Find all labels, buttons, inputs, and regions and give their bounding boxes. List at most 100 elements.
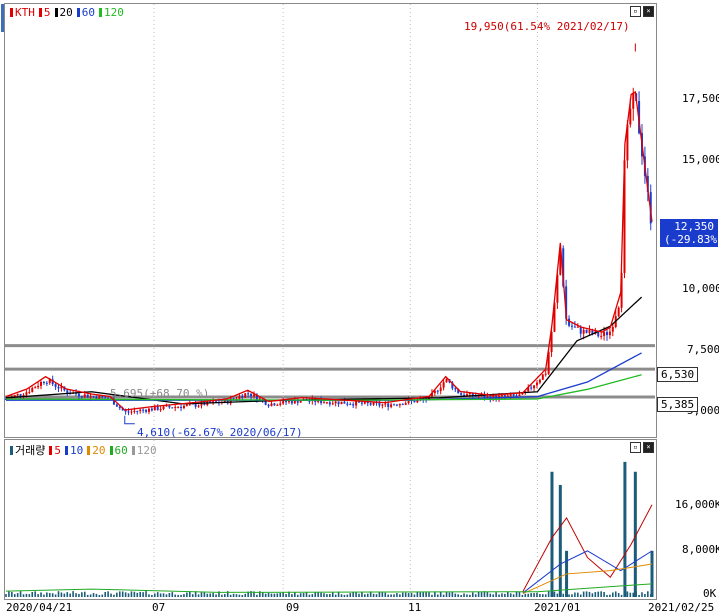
volume-bar [13, 594, 16, 597]
volume-bar [469, 594, 471, 597]
volume-bar [629, 592, 632, 597]
candle-body [267, 404, 270, 407]
volume-bar [28, 594, 31, 597]
volume-bar [439, 591, 442, 597]
volume-bar [200, 592, 203, 597]
volume-bar [463, 593, 465, 597]
current-change: (-29.83%) [664, 233, 719, 246]
candle-body [194, 403, 197, 407]
candle-body [77, 393, 80, 397]
volume-bar [448, 592, 451, 597]
volume-bar [577, 592, 579, 597]
candle-body [174, 406, 177, 408]
volume-bar [585, 591, 588, 597]
volume-bar [466, 594, 468, 597]
volume-tick-8000k: 8,000K [682, 543, 719, 556]
price-tick-7500: 7,500 [687, 343, 719, 356]
candle-body [582, 329, 585, 334]
candle-body [506, 395, 509, 397]
candle-body [16, 394, 19, 396]
volume-bar [302, 593, 305, 597]
level-tag-lower: 5,385 [657, 397, 699, 412]
candle-body [535, 382, 538, 386]
candle-body [544, 373, 547, 375]
candle-body [500, 395, 503, 397]
candle-body [92, 396, 95, 398]
volume-bar [113, 594, 115, 597]
volume-bar [224, 594, 226, 597]
volume-bar [331, 592, 334, 597]
volume-bar [83, 591, 86, 597]
volume-bar [162, 593, 165, 597]
candle-body [244, 393, 247, 398]
volume-bar [521, 594, 524, 597]
volume-ma60-line [5, 583, 653, 593]
candle-body [185, 404, 188, 406]
volume-bar [86, 594, 89, 597]
volume-bar [78, 593, 80, 597]
volume-bar [311, 594, 314, 597]
volume-bar [416, 591, 419, 597]
volume-bar [632, 592, 635, 597]
volume-bar [241, 595, 244, 597]
candle-body [328, 402, 331, 405]
candle-body [436, 390, 439, 392]
volume-bar [396, 593, 398, 597]
x-tick-11: 11 [408, 601, 422, 614]
volume-bar [527, 593, 530, 597]
volume-bar [378, 591, 381, 597]
volume-bar [203, 592, 206, 597]
volume-spike-bar [623, 461, 627, 597]
candle-body [442, 382, 445, 388]
volume-bar [244, 593, 247, 597]
volume-bar [366, 593, 369, 597]
volume-bar [626, 591, 629, 597]
volume-bar [16, 593, 19, 597]
volume-bar [381, 592, 384, 597]
volume-bar [174, 594, 177, 597]
low-marker [124, 415, 135, 425]
volume-bar [387, 594, 389, 597]
candle-body [401, 403, 404, 405]
candle-body [232, 398, 235, 400]
chart-canvas [5, 4, 655, 598]
candle-body [393, 404, 396, 406]
candle-body [404, 403, 407, 405]
candle-body [530, 387, 533, 389]
volume-bar [571, 594, 573, 597]
volume-bar [235, 594, 238, 597]
volume-bar [92, 593, 95, 597]
volume-bar [165, 594, 168, 597]
candle-body [142, 409, 145, 411]
volume-bar [431, 594, 433, 597]
volume-bar [261, 592, 264, 597]
volume-bar [299, 593, 302, 597]
volume-bar [349, 593, 352, 597]
candle-body [247, 393, 250, 395]
current-price: 12,350 [674, 220, 714, 233]
volume-bar [410, 592, 413, 597]
volume-bar [600, 591, 602, 597]
volume-bar [641, 592, 643, 597]
candle-body [130, 411, 133, 413]
volume-bar [40, 592, 42, 597]
candle-body [104, 397, 107, 399]
volume-bar [124, 592, 127, 597]
candle-body [360, 402, 363, 404]
candle-body [83, 394, 86, 398]
high-annotation: 19,950(61.54% 2021/02/17) [464, 20, 630, 33]
candle-body [538, 379, 541, 383]
candle-body [533, 385, 536, 389]
candle-body [369, 403, 372, 405]
volume-bar [547, 591, 550, 597]
candle-body [346, 403, 349, 405]
volume-bar [264, 593, 267, 597]
volume-spike-bar [558, 484, 562, 597]
volume-bar [460, 595, 462, 597]
candle-body [276, 404, 279, 406]
volume-bar [291, 594, 293, 597]
candle-body [57, 386, 60, 389]
volume-bar [191, 594, 194, 597]
volume-bar [492, 594, 495, 597]
candle-body [413, 400, 416, 403]
